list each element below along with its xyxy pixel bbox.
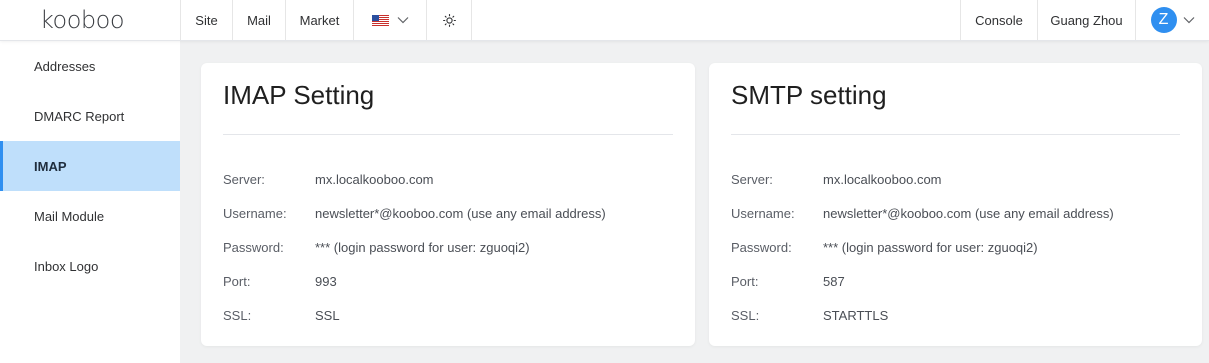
smtp-server-row: Server: mx.localkooboo.com (731, 162, 1180, 196)
smtp-password-row: Password: *** (login password for user: … (731, 230, 1180, 264)
smtp-settings-list: Server: mx.localkooboo.com Username: new… (731, 162, 1180, 332)
sidebar-item-inbox-logo[interactable]: Inbox Logo (0, 241, 180, 291)
setting-value: mx.localkooboo.com (823, 171, 942, 187)
theme-toggle[interactable] (427, 0, 472, 40)
imap-settings-list: Server: mx.localkooboo.com Username: new… (223, 162, 673, 332)
imap-port-row: Port: 993 (223, 264, 673, 298)
avatar: Z (1150, 7, 1177, 33)
nav-market[interactable]: Market (286, 0, 354, 40)
divider (731, 134, 1180, 135)
setting-value: newsletter*@kooboo.com (use any email ad… (315, 205, 606, 221)
setting-value: 587 (823, 273, 845, 289)
setting-label: SSL: (731, 307, 760, 323)
setting-label: Port: (731, 273, 759, 289)
imap-server-row: Server: mx.localkooboo.com (223, 162, 673, 196)
sidebar-item-imap[interactable]: IMAP (0, 141, 180, 191)
smtp-username-row: Username: newsletter*@kooboo.com (use an… (731, 196, 1180, 230)
smtp-card-title: SMTP setting (731, 80, 887, 110)
logo[interactable]: kooboo (0, 0, 181, 40)
imap-ssl-row: SSL: SSL (223, 298, 673, 332)
smtp-ssl-row: SSL: STARTTLS (731, 298, 1180, 332)
setting-label: Port: (223, 273, 251, 289)
setting-label: Password: (223, 239, 284, 255)
setting-value: 993 (315, 273, 337, 289)
setting-value: SSL (315, 307, 340, 323)
user-menu[interactable]: Z (1136, 0, 1209, 40)
top-header: kooboo Site Mail Market Console Guang Zh… (0, 0, 1209, 41)
language-selector[interactable] (354, 0, 427, 40)
user-name[interactable]: Guang Zhou (1038, 0, 1136, 40)
nav-site[interactable]: Site (181, 0, 233, 40)
imap-password-row: Password: *** (login password for user: … (223, 230, 673, 264)
setting-label: Username: (223, 205, 287, 221)
setting-value: STARTTLS (823, 307, 889, 323)
smtp-port-row: Port: 587 (731, 264, 1180, 298)
setting-label: Server: (731, 171, 773, 187)
setting-value: *** (login password for user: zguoqi2) (823, 239, 1038, 255)
sidebar-item-mail-module[interactable]: Mail Module (0, 191, 180, 241)
sun-icon (442, 13, 456, 27)
sidebar: Addresses DMARC Report IMAP Mail Module … (0, 41, 180, 363)
setting-value: newsletter*@kooboo.com (use any email ad… (823, 205, 1114, 221)
setting-value: *** (login password for user: zguoqi2) (315, 239, 530, 255)
imap-username-row: Username: newsletter*@kooboo.com (use an… (223, 196, 673, 230)
chevron-down-icon (397, 17, 408, 24)
logo-text: kooboo (40, 6, 125, 34)
chevron-down-icon (1183, 17, 1194, 24)
header-spacer (472, 0, 960, 40)
sidebar-item-dmarc-report[interactable]: DMARC Report (0, 91, 180, 141)
setting-label: SSL: (223, 307, 252, 323)
setting-value: mx.localkooboo.com (315, 171, 434, 187)
console-link[interactable]: Console (960, 0, 1038, 40)
setting-label: Password: (731, 239, 792, 255)
nav-mail[interactable]: Mail (233, 0, 286, 40)
imap-card-title: IMAP Setting (223, 80, 375, 110)
setting-label: Server: (223, 171, 265, 187)
us-flag-icon (371, 14, 389, 26)
smtp-settings-card: SMTP setting Server: mx.localkooboo.com … (709, 63, 1202, 346)
setting-label: Username: (731, 205, 795, 221)
sidebar-item-addresses[interactable]: Addresses (0, 41, 180, 91)
imap-settings-card: IMAP Setting Server: mx.localkooboo.com … (201, 63, 695, 346)
divider (223, 134, 673, 135)
